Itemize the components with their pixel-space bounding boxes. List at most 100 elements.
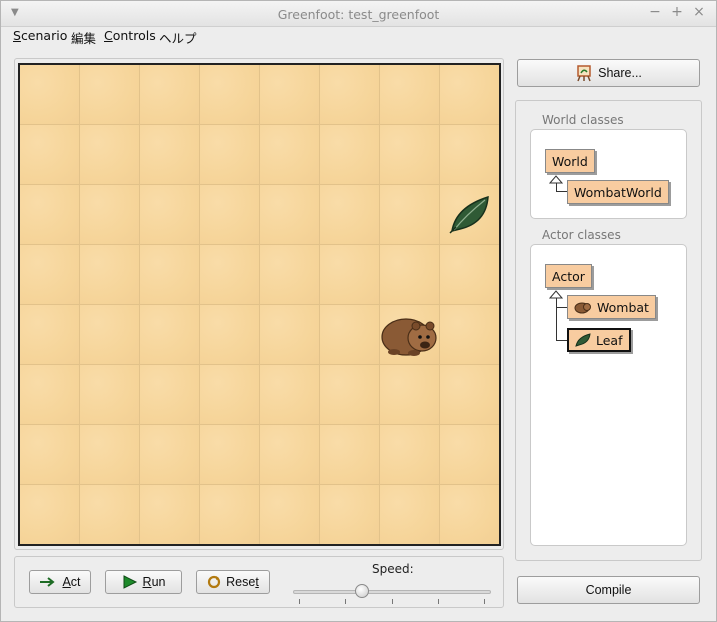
speed-tick [392, 599, 393, 604]
world-cell [140, 485, 200, 544]
world-cell [380, 485, 440, 544]
reset-label: Reset [226, 575, 259, 589]
world-cell [80, 365, 140, 425]
world-cell [380, 65, 440, 125]
reset-button[interactable]: Reset [196, 570, 270, 594]
world-cell [260, 125, 320, 185]
menu-scenario[interactable]: Scenario [13, 28, 67, 43]
play-icon [123, 575, 137, 589]
world-cell [320, 425, 380, 485]
world-cell [80, 65, 140, 125]
world-cell [20, 125, 80, 185]
speed-slider-track[interactable] [293, 590, 491, 594]
run-button[interactable]: Run [105, 570, 182, 594]
world-cell [20, 365, 80, 425]
share-button[interactable]: Share... [517, 59, 700, 87]
world-cell [140, 425, 200, 485]
world-cell [200, 305, 260, 365]
world-cell [320, 65, 380, 125]
world-classes-box [530, 129, 687, 219]
menu-scenario-mnemonic: S [13, 28, 21, 43]
share-easel-icon [577, 65, 591, 82]
world-cell [80, 245, 140, 305]
menu-help[interactable]: ヘルプ [159, 28, 197, 47]
world-cell [200, 125, 260, 185]
world-cell [440, 125, 499, 185]
menu-controls[interactable]: Controls [104, 28, 156, 43]
world-cell [260, 65, 320, 125]
world-cell [260, 485, 320, 544]
world-cell [260, 185, 320, 245]
close-icon[interactable]: × [691, 4, 707, 20]
world-cell [20, 185, 80, 245]
world-cell [20, 305, 80, 365]
act-button[interactable]: Act [29, 570, 91, 594]
world-cell [140, 305, 200, 365]
wombat-icon [574, 302, 591, 314]
actor-classes-label: Actor classes [542, 228, 621, 242]
world-cell [440, 485, 499, 544]
world-cell [260, 425, 320, 485]
maximize-icon[interactable]: + [669, 4, 685, 20]
world-cell [320, 485, 380, 544]
world-cell [200, 245, 260, 305]
world-cell [380, 125, 440, 185]
speed-tick [299, 599, 300, 604]
world-cell [80, 485, 140, 544]
world-cell [440, 425, 499, 485]
class-world[interactable]: World [545, 149, 595, 173]
class-leaf[interactable]: Leaf [567, 328, 631, 352]
speed-tick [345, 599, 346, 604]
world-cell [380, 245, 440, 305]
world-cell [440, 65, 499, 125]
speed-label: Speed: [372, 562, 414, 576]
share-label: Share... [598, 66, 642, 80]
world-cell [440, 245, 499, 305]
tree-line [556, 307, 567, 308]
class-leaf-label: Leaf [596, 332, 623, 348]
world-cell [380, 185, 440, 245]
world-classes-label: World classes [542, 113, 624, 127]
title-bar: ▼ Greenfoot: test_greenfoot − + × [1, 1, 716, 27]
world-cell [320, 245, 380, 305]
tree-line [556, 298, 557, 341]
world-cell [140, 185, 200, 245]
world-cell [80, 305, 140, 365]
world-cell [440, 305, 499, 365]
world-cell [140, 245, 200, 305]
world-cell [320, 365, 380, 425]
step-arrow-icon [40, 577, 56, 587]
world-cell [20, 425, 80, 485]
world-cell [260, 245, 320, 305]
wombat-icon[interactable] [380, 310, 440, 358]
world-cell [80, 425, 140, 485]
world-grid[interactable] [18, 63, 501, 546]
world-cell [20, 485, 80, 544]
class-wombat[interactable]: Wombat [567, 295, 656, 319]
world-cell [80, 125, 140, 185]
menu-edit[interactable]: 編集 [71, 28, 96, 47]
class-wombatworld[interactable]: WombatWorld [567, 180, 669, 204]
inheritance-arrow-icon [549, 175, 563, 184]
world-cell [200, 425, 260, 485]
menu-bar: Scenario 編集 Controls ヘルプ [1, 27, 716, 47]
menu-scenario-label: cenario [20, 28, 68, 43]
world-cell [380, 365, 440, 425]
menu-controls-label: ontrols [112, 28, 156, 43]
world-cell [20, 65, 80, 125]
leaf-icon [575, 333, 591, 347]
world-cell [140, 365, 200, 425]
class-actor[interactable]: Actor [545, 264, 592, 288]
world-cell [200, 65, 260, 125]
menu-controls-mnemonic: C [104, 28, 113, 43]
compile-button[interactable]: Compile [517, 576, 700, 604]
world-cell [380, 425, 440, 485]
world-cell [20, 245, 80, 305]
minimize-icon[interactable]: − [647, 4, 663, 20]
world-cell [200, 485, 260, 544]
world-cell [260, 365, 320, 425]
leaf-icon[interactable] [448, 193, 494, 235]
class-wombat-label: Wombat [597, 299, 649, 315]
world-cell [440, 365, 499, 425]
world-cell [80, 185, 140, 245]
